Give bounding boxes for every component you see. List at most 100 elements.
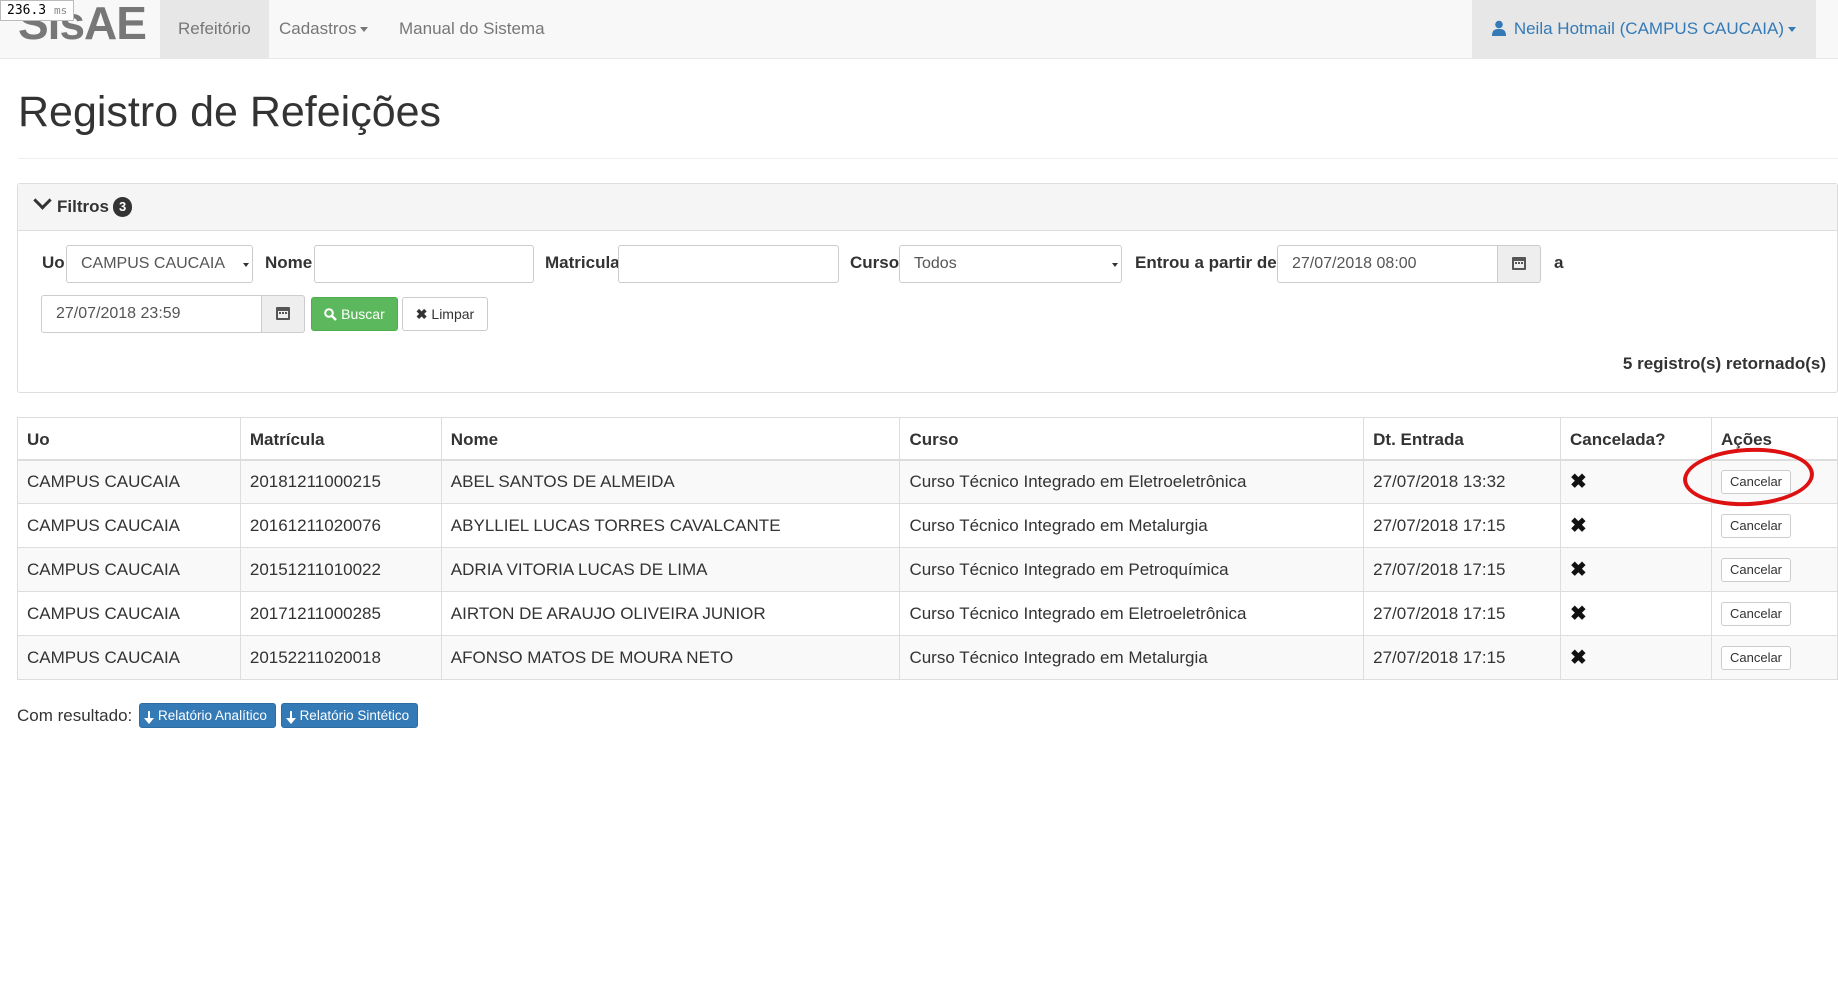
chevron-down-icon	[1788, 27, 1796, 33]
top-navbar: SisAE Refeitório Cadastros Manual do Sis…	[0, 0, 1838, 59]
not-cancelled-icon: ✖	[1570, 515, 1587, 537]
filters-toggle[interactable]: Filtros 3	[18, 184, 1837, 231]
cell-nome: AFONSO MATOS DE MOURA NETO	[440, 635, 901, 680]
user-menu-dropdown[interactable]: Neila Hotmail (CAMPUS CAUCAIA)	[1471, 0, 1816, 58]
cell-uo: CAMPUS CAUCAIA	[17, 635, 241, 680]
cell-entrada: 27/07/2018 13:32	[1363, 459, 1562, 504]
limpar-button[interactable]: ✖ Limpar	[402, 297, 488, 331]
curso-label: Curso	[850, 253, 900, 272]
cell-nome: ABYLLIEL LUCAS TORRES CAVALCANTE	[440, 503, 901, 548]
calendar-icon	[276, 307, 290, 320]
cell-curso: Curso Técnico Integrado em Eletroeletrôn…	[899, 591, 1365, 636]
relatorio-analitico-button[interactable]: Relatório Analítico	[139, 703, 276, 728]
relatorio-sintetico-button[interactable]: Relatório Sintético	[280, 703, 419, 728]
nav-cadastros-dropdown[interactable]: Cadastros	[261, 0, 386, 58]
relatorio-analitico-label: Relatório Analítico	[158, 708, 267, 723]
cell-cancelada: ✖	[1560, 459, 1712, 504]
nav-cadastros-label: Cadastros	[279, 19, 357, 38]
cell-cancelada: ✖	[1560, 547, 1712, 592]
limpar-label: Limpar	[431, 306, 475, 322]
buscar-button[interactable]: Buscar	[311, 297, 398, 331]
cancelar-button[interactable]: Cancelar	[1720, 469, 1792, 494]
col-header-entrada[interactable]: Dt. Entrada	[1363, 417, 1562, 461]
curso-select-value: Todos	[914, 255, 957, 272]
table-row: CAMPUS CAUCAIA 20171211000285 AIRTON DE …	[17, 591, 1838, 636]
not-cancelled-icon: ✖	[1570, 647, 1587, 669]
user-name: Neila Hotmail (CAMPUS CAUCAIA)	[1513, 19, 1784, 38]
calendar-icon	[1512, 257, 1526, 270]
refeicoes-table: Uo Matrícula Nome Curso Dt. Entrada Canc…	[17, 417, 1838, 680]
uo-select-value: CAMPUS CAUCAIA	[81, 255, 226, 272]
chevron-down-icon	[360, 27, 369, 33]
cell-curso: Curso Técnico Integrado em Petroquímica	[899, 547, 1365, 592]
col-header-cancelada[interactable]: Cancelada?	[1560, 417, 1712, 461]
search-icon	[324, 308, 338, 321]
cell-acoes: Cancelar	[1710, 547, 1838, 592]
cell-uo: CAMPUS CAUCAIA	[17, 547, 241, 592]
results-count: 5 registro(s) retornado(s)	[1622, 354, 1826, 373]
cell-acoes: Cancelar	[1710, 459, 1838, 504]
report-label: Com resultado:	[17, 706, 133, 725]
nome-input[interactable]	[314, 245, 534, 283]
uo-select[interactable]: CAMPUS CAUCAIA	[66, 245, 253, 283]
cell-acoes: Cancelar	[1710, 591, 1838, 636]
render-time-badge: 236.3 ms	[0, 0, 75, 21]
cell-uo: CAMPUS CAUCAIA	[17, 503, 241, 548]
cell-curso: Curso Técnico Integrado em Eletroeletrôn…	[899, 459, 1365, 504]
cancelar-button[interactable]: Cancelar	[1720, 601, 1792, 626]
date-from-input[interactable]: 27/07/2018 08:00	[1277, 245, 1498, 283]
nav-manual[interactable]: Manual do Sistema	[381, 0, 563, 58]
curso-select[interactable]: Todos	[899, 245, 1122, 283]
table-row: CAMPUS CAUCAIA 20151211010022 ADRIA VITO…	[17, 547, 1838, 592]
date-to-input[interactable]: 27/07/2018 23:59	[41, 295, 262, 333]
cell-nome: AIRTON DE ARAUJO OLIVEIRA JUNIOR	[440, 591, 901, 636]
cancelar-button[interactable]: Cancelar	[1720, 645, 1792, 670]
not-cancelled-icon: ✖	[1570, 471, 1587, 494]
close-icon: ✖	[415, 306, 428, 322]
cancelar-button[interactable]: Cancelar	[1720, 557, 1792, 582]
render-time-value: 236.3	[7, 3, 47, 18]
download-icon	[285, 711, 296, 724]
filters-title: Filtros	[57, 197, 109, 216]
date-to-calendar-button[interactable]	[261, 295, 305, 333]
entrou-label: Entrou a partir de	[1135, 253, 1277, 272]
date-to-value: 27/07/2018 23:59	[56, 305, 181, 322]
col-header-nome[interactable]: Nome	[440, 417, 901, 461]
cell-entrada: 27/07/2018 17:15	[1363, 547, 1562, 592]
table-row: CAMPUS CAUCAIA 20161211020076 ABYLLIEL L…	[17, 503, 1838, 548]
header-divider	[18, 158, 1838, 159]
matricula-input[interactable]	[618, 245, 839, 283]
cell-matricula: 20181211000215	[239, 459, 442, 504]
cell-matricula: 20151211010022	[239, 547, 442, 592]
date-range-separator: a	[1554, 253, 1564, 272]
table-header-row: Uo Matrícula Nome Curso Dt. Entrada Canc…	[17, 417, 1838, 461]
cell-acoes: Cancelar	[1710, 635, 1838, 680]
cell-cancelada: ✖	[1560, 635, 1712, 680]
cancelar-button[interactable]: Cancelar	[1720, 513, 1792, 538]
uo-label: Uo	[42, 253, 65, 272]
cell-matricula: 20152211020018	[239, 635, 442, 680]
col-header-curso[interactable]: Curso	[899, 417, 1365, 461]
cell-entrada: 27/07/2018 17:15	[1363, 503, 1562, 548]
render-time-unit: ms	[53, 4, 68, 17]
col-header-matricula[interactable]: Matrícula	[239, 417, 442, 461]
cell-nome: ADRIA VITORIA LUCAS DE LIMA	[440, 547, 901, 592]
cell-cancelada: ✖	[1560, 503, 1712, 548]
not-cancelled-icon: ✖	[1570, 559, 1587, 581]
filters-count-badge: 3	[112, 197, 133, 217]
report-actions: Com resultado: Relatório Analítico Relat…	[17, 703, 419, 728]
page-title: Registro de Refeições	[18, 88, 442, 136]
download-icon	[144, 711, 155, 724]
cell-entrada: 27/07/2018 17:15	[1363, 635, 1562, 680]
cell-uo: CAMPUS CAUCAIA	[17, 459, 241, 504]
col-header-acoes: Ações	[1710, 417, 1838, 461]
filters-panel: Filtros 3 Uo CAMPUS CAUCAIA Nome Matricul…	[17, 183, 1838, 393]
user-icon	[1491, 20, 1506, 36]
nav-refeitorio[interactable]: Refeitório	[160, 0, 269, 58]
cell-entrada: 27/07/2018 17:15	[1363, 591, 1562, 636]
col-header-uo[interactable]: Uo	[17, 417, 241, 461]
matricula-label: Matricula	[545, 253, 620, 272]
date-from-calendar-button[interactable]	[1497, 245, 1541, 283]
date-from-value: 27/07/2018 08:00	[1292, 255, 1417, 272]
cell-nome: ABEL SANTOS DE ALMEIDA	[440, 459, 901, 504]
